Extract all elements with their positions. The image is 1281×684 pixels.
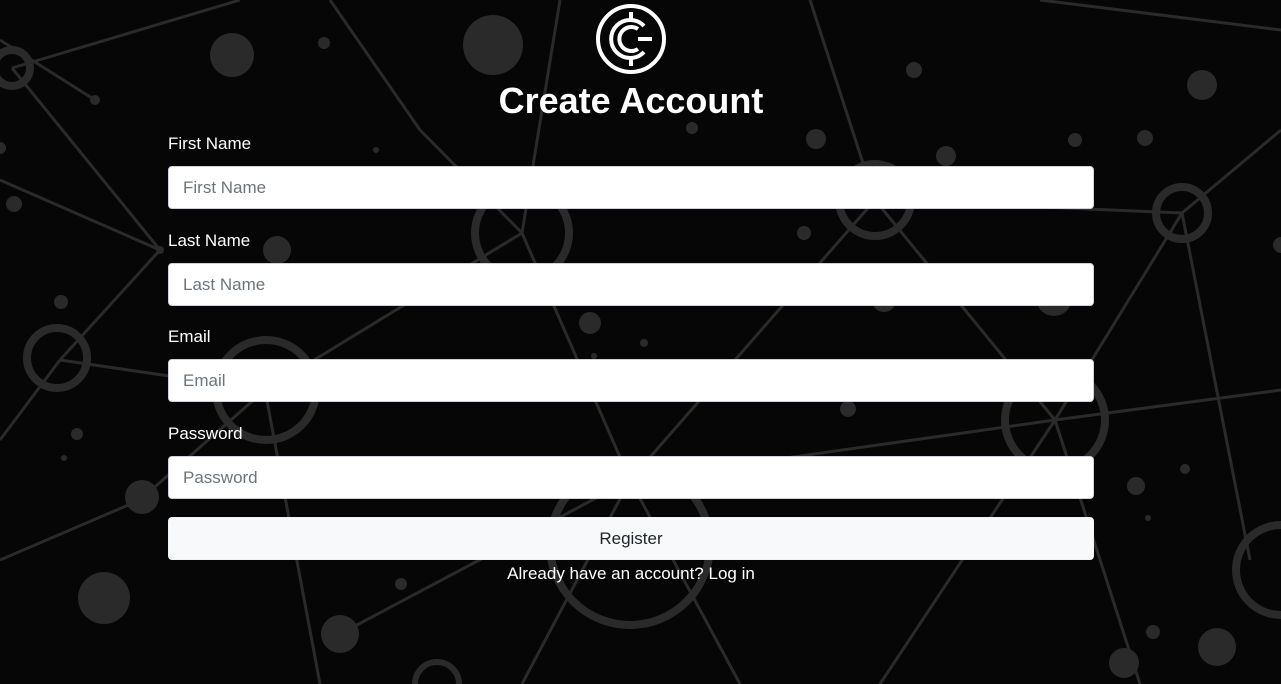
last-name-input[interactable] bbox=[168, 263, 1094, 306]
register-page: Create Account First Name Last Name Emai… bbox=[0, 0, 1281, 684]
login-link[interactable]: Log in bbox=[709, 564, 755, 583]
password-label: Password bbox=[168, 424, 243, 443]
login-prompt-text: Already have an account? bbox=[507, 564, 704, 583]
login-prompt: Already have an account? Log in bbox=[168, 562, 1094, 586]
page-title: Create Account bbox=[498, 80, 764, 121]
first-name-input[interactable] bbox=[168, 166, 1094, 209]
password-input[interactable] bbox=[168, 456, 1094, 499]
email-input[interactable] bbox=[168, 359, 1094, 402]
crypto-c-logo-icon bbox=[596, 4, 666, 74]
last-name-label: Last Name bbox=[168, 231, 251, 250]
email-label: Email bbox=[168, 327, 211, 346]
register-button[interactable]: Register bbox=[168, 517, 1094, 560]
first-name-label: First Name bbox=[168, 134, 252, 153]
